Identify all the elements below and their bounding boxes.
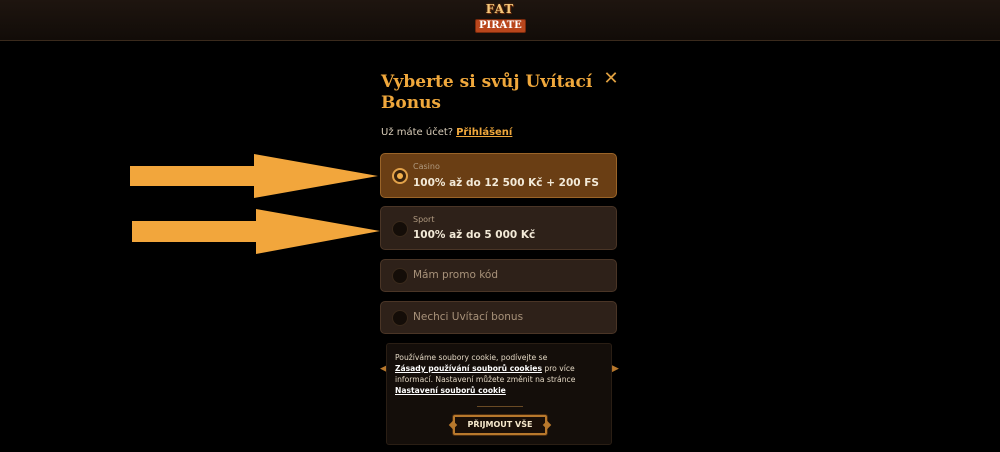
arrow-right-icon — [132, 209, 380, 254]
fat-pirate-logo[interactable]: FAT PIRATE — [475, 2, 526, 35]
radio-casino[interactable] — [392, 168, 408, 184]
login-link[interactable]: Přihlášení — [456, 127, 512, 138]
bonus-option-sport[interactable]: Sport 100% až do 5 000 Kč — [380, 206, 617, 250]
bonus-option-promo-code[interactable]: Mám promo kód — [380, 259, 617, 292]
radio-no-bonus[interactable] — [392, 310, 408, 326]
bonus-option-no-bonus[interactable]: Nechci Uvítací bonus — [380, 301, 617, 334]
option-value: 100% až do 12 500 Kč + 200 FS — [413, 177, 599, 189]
accept-all-button[interactable]: PŘIJMOUT VŠE — [453, 415, 547, 435]
arrow-right-icon — [130, 154, 378, 198]
cookie-policy-link[interactable]: Zásady používání souborů cookies — [395, 364, 542, 373]
logo-line-1: FAT — [485, 2, 515, 16]
top-bar: FAT PIRATE — [0, 0, 1000, 41]
cookie-settings-link[interactable]: Nastavení souborů cookie — [395, 386, 506, 395]
option-value: 100% až do 5 000 Kč — [413, 229, 536, 241]
cookie-next-icon[interactable]: ▶ — [612, 364, 619, 374]
login-prompt: Už máte účet? — [381, 127, 454, 138]
option-category: Sport — [413, 215, 435, 224]
cookie-text: Používáme soubory cookie, podívejte se Z… — [395, 352, 609, 396]
option-category: Casino — [413, 162, 440, 171]
option-label: Mám promo kód — [413, 269, 499, 281]
bonus-option-casino[interactable]: Casino 100% až do 12 500 Kč + 200 FS — [380, 153, 617, 198]
logo-line-2: PIRATE — [475, 19, 526, 33]
radio-sport[interactable] — [392, 221, 408, 237]
login-row: Už máte účet? Přihlášení — [381, 127, 512, 138]
radio-promo-code[interactable] — [392, 268, 408, 284]
cookie-text-before: Používáme soubory cookie, podívejte se — [395, 353, 548, 362]
modal-title: Vyberte si svůj Uvítací Bonus — [381, 72, 593, 113]
decorative-divider — [477, 406, 523, 410]
option-label: Nechci Uvítací bonus — [413, 311, 524, 323]
cookie-banner: Používáme soubory cookie, podívejte se Z… — [386, 343, 612, 445]
close-icon[interactable]: ✕ — [602, 70, 620, 88]
